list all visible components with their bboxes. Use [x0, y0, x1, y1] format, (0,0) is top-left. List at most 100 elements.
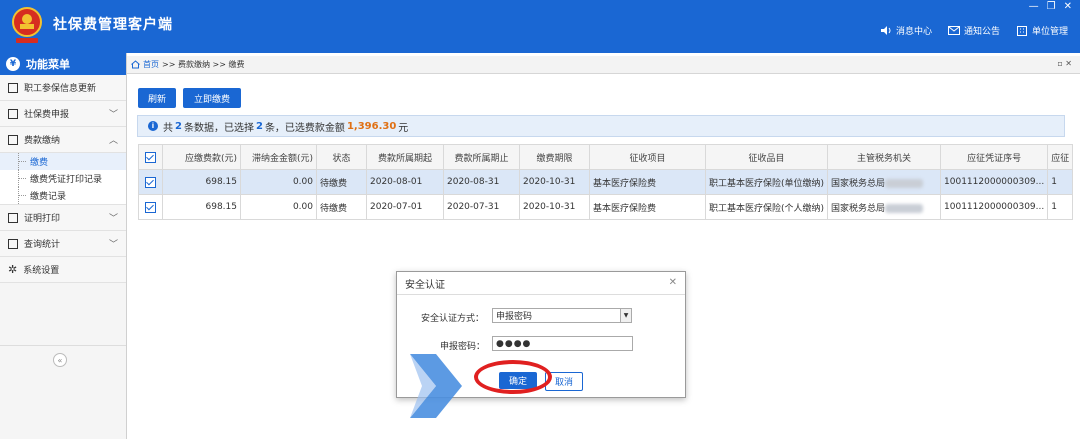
column-header[interactable]: 费款所属期止 — [443, 144, 520, 170]
close-icon[interactable]: ✕ — [1064, 1, 1072, 12]
breadcrumb-home-link[interactable]: 首页 — [143, 59, 159, 70]
chevron-down-icon: ﹀ — [108, 240, 118, 250]
cell-status: 待缴费 — [316, 169, 367, 195]
summary-suffix: 元 — [398, 122, 409, 134]
summary-mid: 条数据，已选择 — [183, 122, 254, 134]
column-header[interactable]: 征收品目 — [704, 144, 829, 170]
auth-method-select[interactable]: 申报密码 ▼ — [492, 308, 632, 323]
payment-submenu: 缴费 缴费凭证打印记录 缴费记录 — [0, 153, 126, 205]
cell-extra: 1 — [1047, 169, 1074, 195]
cell-item: 基本医疗保险费 — [589, 169, 706, 195]
dialog-title: 安全认证 — [405, 279, 445, 291]
column-header[interactable]: 应征凭证序号 — [940, 144, 1049, 170]
payment-icon — [8, 134, 18, 145]
payment-table: 应缴费款(元) 滞纳金金额(元) 状态 费款所属期起 费款所属期止 缴费期限 征… — [138, 144, 1074, 220]
column-header[interactable]: 费款所属期起 — [366, 144, 444, 170]
message-center-link[interactable]: 消息中心 — [880, 24, 932, 37]
sidebar-divider — [0, 345, 126, 346]
sidebar-item-settings[interactable]: ✲ 系统设置 — [0, 257, 126, 283]
sidebar-item-label: 社保费申报 — [24, 110, 70, 120]
table-header-row: 应缴费款(元) 滞纳金金额(元) 状态 费款所属期起 费款所属期止 缴费期限 征… — [138, 144, 1074, 170]
close-icon[interactable]: ✕ — [669, 277, 677, 288]
id-card-icon — [8, 82, 18, 93]
cell-deadline: 2020-10-31 — [519, 194, 590, 220]
cell-deadline: 2020-10-31 — [519, 169, 590, 195]
sidebar-item-query-stats[interactable]: 查询统计 ﹀ — [0, 231, 126, 257]
gear-icon: ✲ — [8, 263, 18, 276]
cell-start: 2020-08-01 — [366, 169, 444, 195]
notice-label: 通知公告 — [963, 27, 1000, 37]
cell-voucher: 1001112000000309... — [940, 194, 1049, 220]
close-tab-icon[interactable]: ▫ ✕ — [1057, 59, 1072, 68]
password-value: ●●●● — [496, 338, 532, 349]
app-title: 社保费管理客户端 — [53, 17, 173, 33]
home-icon — [131, 60, 140, 69]
cell-amount: 698.15 — [162, 169, 241, 195]
sidebar-title: 功能菜单 — [26, 58, 70, 71]
cell-late-fee: 0.00 — [240, 194, 317, 220]
summary-selected: 2 — [255, 120, 263, 132]
column-header[interactable]: 缴费期限 — [519, 144, 590, 170]
sidebar-subitem-payment-records[interactable]: 缴费记录 — [0, 187, 126, 204]
cell-extra: 1 — [1047, 194, 1074, 220]
unit-management-label: 单位管理 — [1031, 27, 1068, 37]
chevron-up-icon: ︿ — [108, 136, 118, 146]
summary-count: 2 — [175, 120, 182, 132]
watermark-arrow-icon — [410, 354, 462, 418]
password-input[interactable]: ●●●● — [492, 336, 633, 351]
selection-summary: i 共 2 条数据，已选择 2 条，已选费款金额 1,396.30 元 — [137, 115, 1065, 137]
table-row[interactable]: 698.15 0.00 待缴费 2020-08-01 2020-08-31 20… — [138, 169, 1074, 195]
building-icon — [1016, 26, 1027, 36]
sidebar: ¥ 功能菜单 职工参保信息更新 社保费申报 ﹀ 费款缴纳 ︿ 缴费 缴费凭证打印… — [0, 53, 127, 439]
speaker-icon — [880, 26, 891, 35]
sidebar-item-label: 职工参保信息更新 — [24, 84, 97, 94]
cell-authority-text: 国家税务总局 — [831, 203, 886, 214]
column-header[interactable]: 应缴费款(元) — [162, 144, 241, 170]
column-header[interactable]: 主管税务机关 — [827, 144, 942, 170]
sidebar-item-label: 证明打印 — [24, 214, 61, 224]
summary-amount: 1,396.30 — [346, 120, 397, 132]
row-checkbox[interactable] — [138, 194, 163, 220]
sidebar-subitem-pay[interactable]: 缴费 — [0, 153, 126, 170]
cell-authority: 国家税务总局 — [827, 169, 942, 195]
pay-now-button[interactable]: 立即缴费 — [183, 88, 241, 108]
auth-method-label: 安全认证方式： — [421, 314, 485, 324]
sidebar-item-label: 系统设置 — [23, 266, 60, 276]
cell-end: 2020-07-31 — [443, 194, 520, 220]
select-all-checkbox[interactable] — [138, 144, 163, 170]
mail-icon — [947, 26, 960, 35]
print-icon — [8, 212, 18, 223]
refresh-button[interactable]: 刷新 — [138, 88, 176, 108]
info-icon: i — [148, 121, 158, 131]
sidebar-item-certificate-print[interactable]: 证明打印 ﹀ — [0, 205, 126, 231]
minimize-icon[interactable]: — — [1029, 1, 1039, 12]
column-header[interactable]: 状态 — [316, 144, 367, 170]
row-checkbox[interactable] — [138, 169, 163, 195]
unit-management-link[interactable]: 单位管理 — [1016, 24, 1068, 37]
notice-link[interactable]: 通知公告 — [947, 24, 1000, 37]
yen-icon: ¥ — [6, 57, 20, 71]
collapse-sidebar-button[interactable]: « — [53, 353, 67, 367]
window-controls: — ❐ ✕ — [1029, 1, 1072, 12]
sidebar-item-payment[interactable]: 费款缴纳 ︿ — [0, 127, 126, 153]
cell-amount: 698.15 — [162, 194, 241, 220]
restore-icon[interactable]: ❐ — [1047, 1, 1056, 12]
dialog-title-bar: 安全认证 ✕ — [397, 272, 685, 295]
column-header[interactable]: 应征 — [1047, 144, 1074, 170]
form-icon — [8, 108, 18, 119]
column-header[interactable]: 征收项目 — [589, 144, 706, 170]
redacted-blur — [885, 178, 924, 188]
sidebar-item-declaration[interactable]: 社保费申报 ﹀ — [0, 101, 126, 127]
redacted-blur — [885, 203, 924, 213]
sidebar-item-employee-info[interactable]: 职工参保信息更新 — [0, 75, 126, 101]
column-header[interactable]: 滞纳金金额(元) — [240, 144, 317, 170]
cell-end: 2020-08-31 — [443, 169, 520, 195]
summary-prefix: 共 — [163, 122, 173, 134]
table-row[interactable]: 698.15 0.00 待缴费 2020-07-01 2020-07-31 20… — [138, 194, 1074, 220]
cell-sub-item: 职工基本医疗保险(单位缴纳) — [704, 169, 829, 195]
app-header: 社保费管理客户端 — ❐ ✕ 消息中心 通知公告 单位管理 — [0, 0, 1080, 53]
header-links: 消息中心 通知公告 单位管理 — [880, 24, 1068, 37]
sidebar-subitem-voucher-print-records[interactable]: 缴费凭证打印记录 — [0, 170, 126, 187]
cell-authority: 国家税务总局 — [827, 194, 942, 220]
cell-voucher: 1001112000000309... — [940, 169, 1049, 195]
